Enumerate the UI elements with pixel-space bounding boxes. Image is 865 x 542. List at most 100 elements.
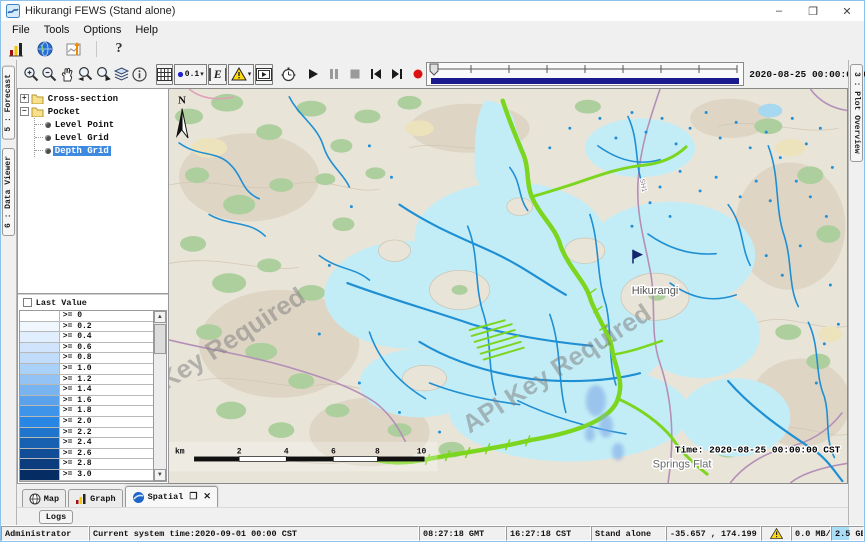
legend-row[interactable]: >= 0 [20,311,153,322]
pause-icon [327,67,341,81]
zoom-next-button[interactable] [95,64,112,85]
legend-row[interactable]: >= 0.6 [20,343,153,354]
legend-swatch [20,322,60,332]
tab-graph[interactable]: Graph [68,489,123,507]
layers-icon [113,66,130,83]
legend-row[interactable]: >= 2.4 [20,438,153,449]
map-toolbar: 0.1 ▾ E ▾ [17,60,848,88]
tree-node-label: Pocket [46,107,82,117]
legend-label: >= 0.8 [60,353,153,363]
animation-button[interactable] [255,64,273,85]
legend-row[interactable]: >= 1.8 [20,406,153,417]
legend-row[interactable]: >= 2.6 [20,449,153,460]
last-value-checkbox[interactable] [23,298,32,307]
menu-help[interactable]: Help [129,23,164,37]
collapse-icon[interactable]: − [20,107,29,116]
last-value-label: Last Value [36,298,87,308]
tree-node-label: Depth Grid [53,146,111,156]
main-toolbar: ? [1,38,864,60]
svg-text:8: 8 [375,448,380,457]
spatial-tab-globe-icon [132,491,145,504]
legend-row[interactable]: >= 1.2 [20,375,153,386]
stop-icon [348,67,362,81]
legend-label: >= 1.4 [60,385,153,395]
zoom-in-button[interactable] [23,64,40,85]
classification-dropdown[interactable]: 0.1 ▾ [174,64,207,85]
legend-label: >= 0.2 [60,322,153,332]
status-memory: 2.5 GB [831,526,864,541]
town-label-springs-flat: Springs Flat [652,458,711,470]
layers-button[interactable] [113,64,130,85]
legend-row[interactable]: >= 2.0 [20,417,153,428]
tree-node-cross-section[interactable]: + Cross-section [20,92,166,105]
help-button[interactable]: ? [109,39,129,59]
right-tab-strip: 3 : Plot Overview [848,60,864,525]
grid-display-button[interactable] [156,64,173,85]
close-button[interactable]: ✕ [830,1,864,21]
svg-text:4: 4 [284,448,289,457]
record-icon [411,67,425,81]
scroll-up-icon[interactable]: ▲ [154,311,166,323]
tab-map[interactable]: Map [22,489,66,507]
logs-panel-button[interactable] [6,39,26,59]
menu-options[interactable]: Options [77,23,127,37]
record-button[interactable] [411,64,425,85]
menu-file[interactable]: File [6,23,36,37]
tree-node-level-grid[interactable]: Level Grid [35,131,166,144]
pan-button[interactable] [59,64,76,85]
title-bar: Hikurangi FEWS (Stand alone) – ❐ ✕ [1,1,864,21]
status-warning-icon [770,528,783,539]
legend-row[interactable]: >= 1.6 [20,396,153,407]
step-forward-icon [390,67,404,81]
map-canvas[interactable]: API Key Required API Key Required Hikura… [169,88,848,484]
play-button[interactable] [306,64,320,85]
map-panel-button[interactable] [35,39,55,59]
minimize-button[interactable]: – [762,1,796,21]
info-button[interactable] [131,64,148,85]
panel-close-icon[interactable]: ✕ [203,492,211,502]
menu-tools[interactable]: Tools [38,23,76,37]
time-slider[interactable] [426,62,744,86]
legend-swatch [20,459,60,469]
movie-icon [256,68,272,81]
legend-row[interactable]: >= 2.2 [20,428,153,439]
zoom-previous-button[interactable] [77,64,94,85]
legend-row[interactable]: >= 2.8 [20,459,153,470]
step-forward-button[interactable] [390,64,404,85]
legend-scrollbar[interactable]: ▲ ▼ [153,311,166,481]
legend-swatch [20,428,60,438]
status-user: Administrator [1,526,89,541]
tree-node-level-point[interactable]: Level Point [35,118,166,131]
maximize-button[interactable]: ❐ [796,1,830,21]
slider-thumb[interactable] [430,64,438,75]
legend-row[interactable]: >= 3.0 [20,470,153,481]
tab-forecast[interactable]: 5 : Forecast [2,66,15,140]
spatial-display-button[interactable] [64,39,84,59]
scale-icon: E [209,68,226,81]
legend-row[interactable]: >= 0.2 [20,322,153,333]
tab-data-viewer[interactable]: 6 : Data Viewer [2,148,15,236]
logs-button[interactable]: Logs [39,510,73,524]
svg-text:2: 2 [237,448,242,457]
legend-row[interactable]: >= 1.4 [20,385,153,396]
legend-row[interactable]: >= 0.8 [20,353,153,364]
time-navigator-button[interactable] [280,64,297,85]
tab-plot-overview[interactable]: 3 : Plot Overview [850,64,863,162]
legend-label: >= 0.4 [60,332,153,342]
panel-maximize-icon[interactable]: ❐ [189,492,197,502]
tab-spatial[interactable]: Spatial ❐ ✕ [125,486,218,507]
tree-node-depth-grid[interactable]: Depth Grid [35,144,166,157]
step-back-button[interactable] [369,64,383,85]
scrollbar-thumb[interactable] [154,324,166,354]
pause-button[interactable] [327,64,341,85]
stop-button[interactable] [348,64,362,85]
legend-row[interactable]: >= 0.4 [20,332,153,343]
zoom-out-button[interactable] [41,64,58,85]
tree-node-pocket[interactable]: − Pocket [20,105,166,118]
warnings-dropdown[interactable]: ▾ [228,64,255,85]
scroll-down-icon[interactable]: ▼ [154,469,166,481]
legend-swatch [20,343,60,353]
scale-button[interactable]: E [208,64,227,85]
expand-icon[interactable]: + [20,94,29,103]
legend-row[interactable]: >= 1.0 [20,364,153,375]
